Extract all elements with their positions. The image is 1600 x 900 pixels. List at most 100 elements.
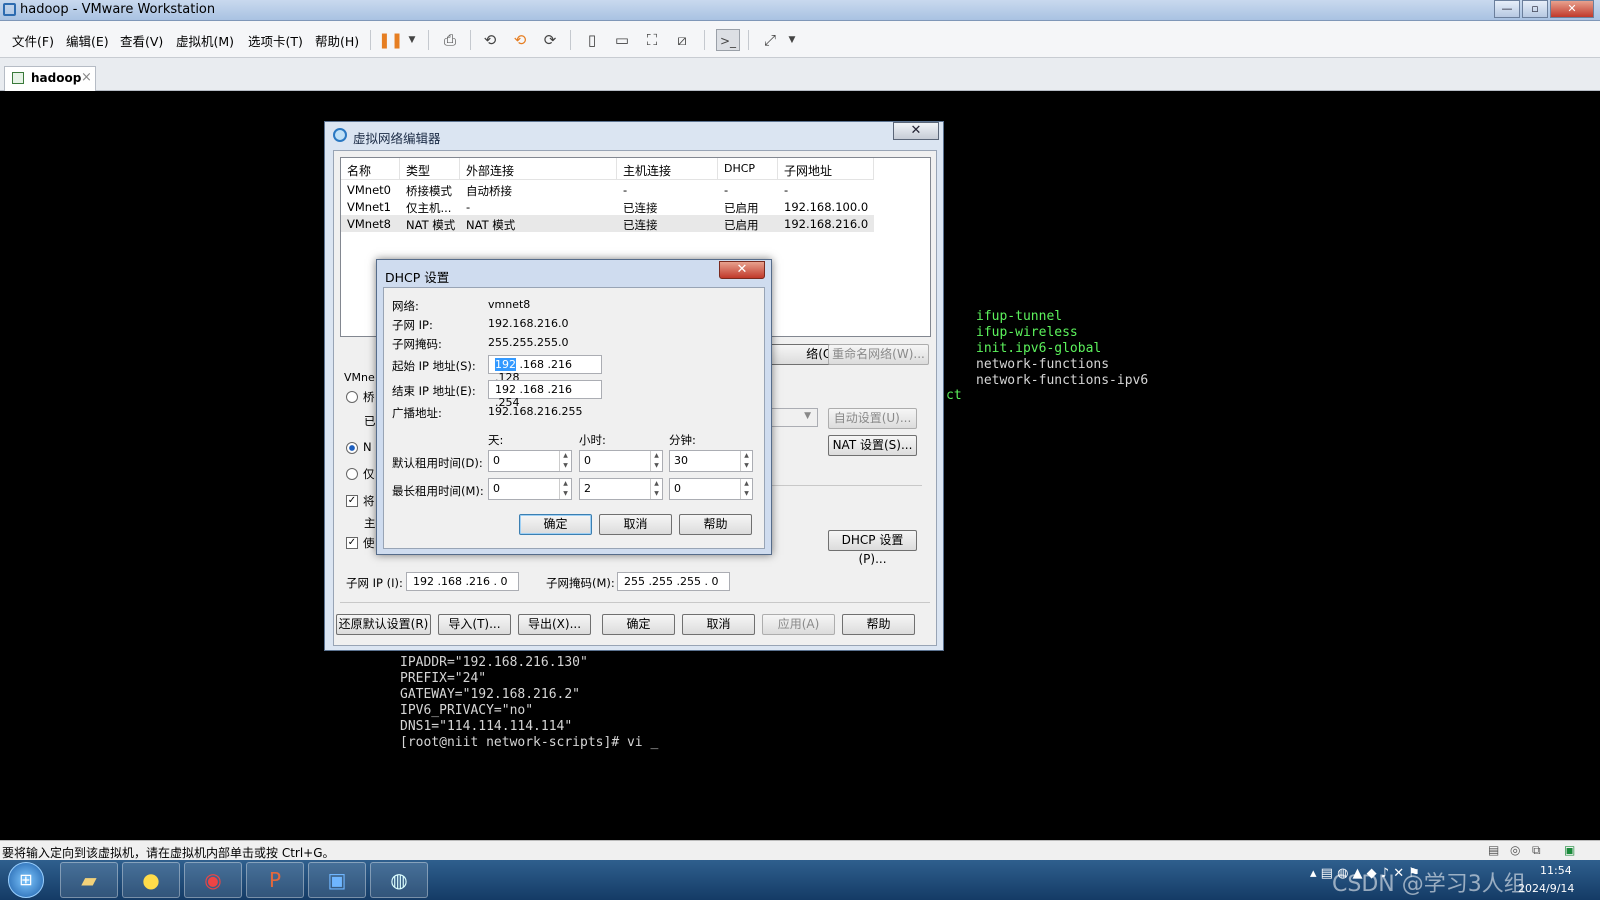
- network-adapter-icon[interactable]: ⧉: [1532, 843, 1541, 858]
- snapshot-manager-icon[interactable]: ⟳: [538, 29, 562, 51]
- maximize-button[interactable]: ▫: [1522, 0, 1548, 18]
- console-line: IPV6_PRIVACY="no": [400, 703, 534, 718]
- cancel-button[interactable]: 取消: [682, 614, 755, 635]
- radio-nat[interactable]: [346, 442, 358, 454]
- export-button[interactable]: 导出(X)...: [518, 614, 591, 635]
- console-line: ct: [946, 388, 962, 403]
- ok-button[interactable]: 确定: [602, 614, 675, 635]
- restore-defaults-button[interactable]: 还原默认设置(R): [336, 614, 431, 635]
- console-line: init.ipv6-global: [976, 341, 1102, 356]
- close-button[interactable]: ✕: [1550, 0, 1594, 18]
- thumbnail-icon[interactable]: ▭: [610, 29, 634, 51]
- send-keys-icon[interactable]: ⎙: [438, 29, 462, 51]
- chrome-taskbar-icon[interactable]: ◉: [184, 862, 242, 898]
- tray-date[interactable]: 2024/9/14: [1518, 882, 1574, 895]
- nat-setting-button[interactable]: NAT 设置(S)...: [828, 435, 917, 456]
- mask-value: 255.255.255.0: [488, 336, 569, 349]
- vmware-taskbar-icon[interactable]: ▣: [308, 862, 366, 898]
- csdn-watermark: CSDN @学习3人组: [1332, 872, 1526, 897]
- dhcp-cancel-button[interactable]: 取消: [599, 514, 672, 535]
- column-header[interactable]: 外部连接: [460, 158, 617, 180]
- table-row[interactable]: VMnet0 桥接模式 自动桥接 - - -: [341, 181, 874, 198]
- default-lease-hours-spinner[interactable]: 0 ▲ ▼: [579, 450, 663, 472]
- menu-vm[interactable]: 虚拟机(M): [176, 31, 234, 50]
- use-dhcp-checkbox[interactable]: ✓: [346, 537, 358, 549]
- subnet-ip-input[interactable]: 192 .168 .216 . 0: [406, 572, 519, 591]
- max-lease-hours-spinner[interactable]: 2 ▲ ▼: [579, 478, 663, 500]
- console-line: PREFIX="24": [400, 671, 487, 686]
- chevron-down-icon[interactable]: ▼: [780, 29, 804, 51]
- tab-hadoop[interactable]: hadoop ×: [4, 66, 96, 91]
- cd-icon[interactable]: ◎: [1510, 843, 1520, 857]
- console-line: ifup-tunnel: [976, 309, 1063, 324]
- spin-arrows-icon[interactable]: ▲ ▼: [559, 479, 571, 499]
- auto-setting-button[interactable]: 自动设置(U)...: [828, 408, 917, 429]
- dhcp-dialog-title: DHCP 设置: [385, 270, 450, 285]
- menu-toolbar: 文件(F) 编辑(E) 查看(V) 虚拟机(M) 选项卡(T) 帮助(H) ❚❚…: [0, 21, 1600, 58]
- bridge-adapter-select[interactable]: ▼: [766, 408, 818, 427]
- menu-file[interactable]: 文件(F): [12, 31, 54, 50]
- network-editor-taskbar-icon[interactable]: ◍: [370, 862, 428, 898]
- spin-arrows-icon[interactable]: ▲ ▼: [740, 451, 752, 471]
- dialog-close-button[interactable]: ✕: [893, 122, 939, 140]
- minimize-button[interactable]: —: [1494, 0, 1520, 18]
- spin-arrows-icon[interactable]: ▲ ▼: [559, 451, 571, 471]
- spin-arrows-icon[interactable]: ▲ ▼: [650, 451, 662, 471]
- dhcp-close-button[interactable]: ✕: [719, 261, 765, 279]
- revert-snapshot-icon[interactable]: ⟲: [508, 29, 532, 51]
- table-row-selected[interactable]: VMnet8 NAT 模式 NAT 模式 已连接 已启用 192.168.216…: [341, 215, 874, 232]
- qq-taskbar-icon[interactable]: ●: [122, 862, 180, 898]
- snapshot-icon[interactable]: ⟲: [478, 29, 502, 51]
- status-bar: 要将输入定向到该虚拟机，请在虚拟机内部单击或按 Ctrl+G。 ▤ ◎ ⧉ ▣: [0, 840, 1600, 860]
- end-ip-input[interactable]: 192 .168 .216 .254: [488, 380, 602, 409]
- dhcp-settings-dialog: DHCP 设置 ✕ 网络: vmnet8 子网 IP: 192.168.216.…: [376, 259, 772, 555]
- fullscreen-icon[interactable]: ⛶: [640, 29, 664, 51]
- menu-help[interactable]: 帮助(H): [315, 31, 359, 50]
- spin-arrows-icon[interactable]: ▲ ▼: [650, 479, 662, 499]
- console-view-icon[interactable]: >_: [716, 29, 740, 51]
- max-lease-days-spinner[interactable]: 0 ▲ ▼: [488, 478, 572, 500]
- column-header[interactable]: 类型: [400, 158, 460, 180]
- default-lease-minutes-spinner[interactable]: 30 ▲ ▼: [669, 450, 753, 472]
- apply-button[interactable]: 应用(A): [762, 614, 835, 635]
- subnet-mask-input[interactable]: 255 .255 .255 . 0: [617, 572, 730, 591]
- dhcp-setting-button[interactable]: DHCP 设置(P)...: [828, 530, 917, 566]
- pause-icon[interactable]: ❚❚: [378, 29, 403, 51]
- taskbar: ⊞ ▰ ● ◉ P ▣ ◍ ▴ ▤ ◍ ▲ ◆ ♪ ✕ ⚑ 11:54 2024…: [0, 860, 1600, 900]
- powerpoint-taskbar-icon[interactable]: P: [246, 862, 304, 898]
- explorer-taskbar-icon[interactable]: ▰: [60, 862, 118, 898]
- column-header[interactable]: 子网地址: [778, 158, 874, 180]
- tab-close-icon[interactable]: ×: [81, 70, 92, 85]
- help-button[interactable]: 帮助: [842, 614, 915, 635]
- dhcp-ok-button[interactable]: 确定: [519, 514, 592, 535]
- menu-edit[interactable]: 编辑(E): [66, 31, 109, 50]
- max-lease-minutes-spinner[interactable]: 0 ▲ ▼: [669, 478, 753, 500]
- menu-view[interactable]: 查看(V): [120, 31, 163, 50]
- console-line: network-functions-ipv6: [976, 373, 1149, 388]
- console-line: network-functions: [976, 357, 1110, 372]
- menu-tabs[interactable]: 选项卡(T): [248, 31, 303, 50]
- spin-arrows-icon[interactable]: ▲ ▼: [740, 479, 752, 499]
- start-ip-input[interactable]: 192 .168 .216 .128: [488, 355, 602, 384]
- default-lease-days-spinner[interactable]: 0 ▲ ▼: [488, 450, 572, 472]
- chevron-down-icon[interactable]: ▼: [400, 29, 424, 51]
- dhcp-body: 网络: vmnet8 子网 IP: 192.168.216.0 子网掩码: 25…: [383, 287, 765, 549]
- stretch-icon[interactable]: ⤢: [758, 29, 782, 51]
- tray-time[interactable]: 11:54: [1540, 864, 1572, 877]
- start-button[interactable]: ⊞: [8, 862, 44, 898]
- rename-network-button[interactable]: 重命名网络(W)...: [828, 344, 929, 365]
- column-header[interactable]: 名称: [341, 158, 400, 180]
- connect-host-checkbox[interactable]: ✓: [346, 495, 358, 507]
- hdd-icon[interactable]: ▤: [1488, 843, 1499, 857]
- column-header[interactable]: 主机连接: [617, 158, 718, 180]
- radio-host-only[interactable]: [346, 468, 358, 480]
- unity-icon[interactable]: ⧄: [670, 29, 694, 51]
- column-header[interactable]: DHCP: [718, 158, 778, 180]
- import-button[interactable]: 导入(T)...: [438, 614, 511, 635]
- table-row[interactable]: VMnet1 仅主机... - 已连接 已启用 192.168.100.0: [341, 198, 874, 215]
- radio-bridge[interactable]: [346, 391, 358, 403]
- dhcp-help-button[interactable]: 帮助: [679, 514, 752, 535]
- sidebar-icon[interactable]: ▯: [580, 29, 604, 51]
- window-title: hadoop - VMware Workstation: [20, 2, 216, 17]
- message-icon[interactable]: ▣: [1564, 843, 1575, 857]
